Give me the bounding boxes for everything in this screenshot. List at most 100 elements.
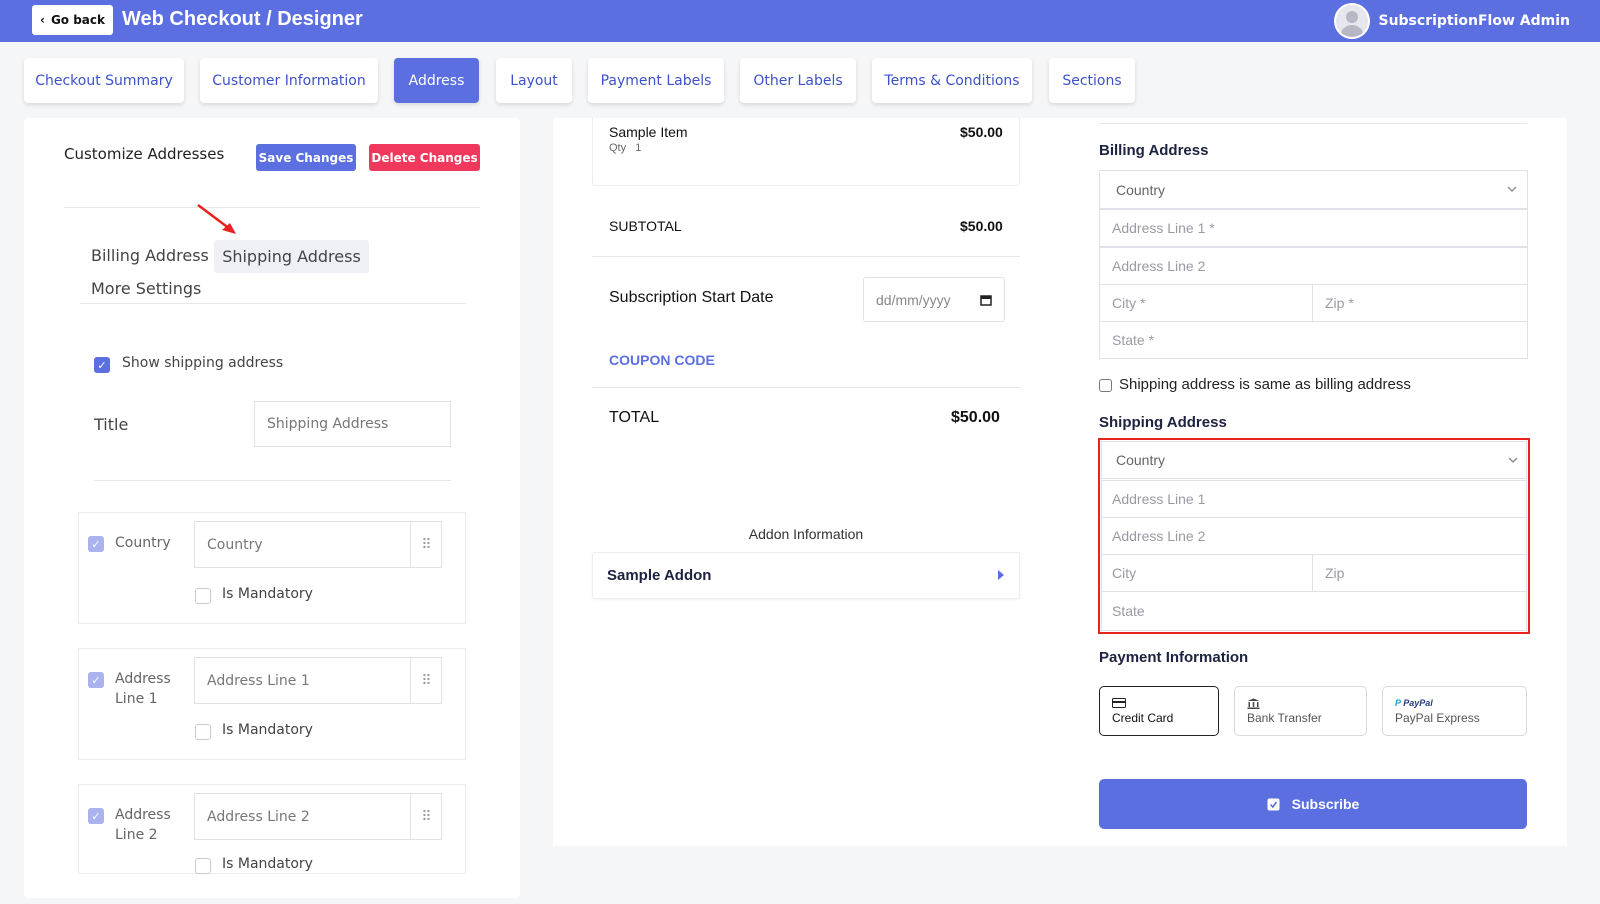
field-label-input[interactable]: Address Line 2 <box>194 793 442 840</box>
chevron-down-icon <box>1507 186 1517 192</box>
total-label: TOTAL <box>609 409 660 426</box>
subtab-shipping-address[interactable]: Shipping Address <box>214 240 369 273</box>
customize-panel <box>24 118 520 898</box>
field-enabled-checkbox[interactable]: ✓ <box>88 536 104 552</box>
tab-layout[interactable]: Layout <box>496 58 572 103</box>
tab-payment-labels[interactable]: Payment Labels <box>588 58 724 103</box>
item-name: Sample Item <box>609 124 688 140</box>
is-mandatory-label: Is Mandatory <box>222 722 313 738</box>
is-mandatory-checkbox[interactable] <box>195 724 211 740</box>
divider <box>94 480 451 481</box>
start-date-input[interactable]: dd/mm/yyyy <box>863 277 1005 322</box>
arrow-annotation-icon <box>197 204 236 234</box>
is-mandatory-checkbox[interactable] <box>195 588 211 604</box>
item-qty: Qty 1 <box>609 142 642 154</box>
user-menu[interactable]: SubscriptionFlow Admin <box>1334 3 1570 39</box>
shipping-address-title: Shipping Address <box>1099 414 1227 431</box>
drag-handle-icon[interactable]: ⠿ <box>410 522 442 567</box>
start-date-label: Subscription Start Date <box>609 289 774 306</box>
tab-checkout-summary[interactable]: Checkout Summary <box>24 58 184 103</box>
customize-heading: Customize Addresses <box>64 145 225 163</box>
paypal-icon: P PayPal <box>1395 698 1433 708</box>
title-label: Title <box>94 415 129 434</box>
billing-state-input[interactable]: State * <box>1099 321 1528 359</box>
show-shipping-checkbox[interactable]: ✓ <box>94 357 110 373</box>
divider <box>592 256 1020 257</box>
bank-transfer-label: Bank Transfer <box>1247 711 1322 725</box>
billing-address-line-1-input[interactable]: Address Line 1 * <box>1099 209 1528 247</box>
payment-info-title: Payment Information <box>1099 649 1249 666</box>
divider <box>64 207 480 208</box>
show-shipping-label: Show shipping address <box>122 355 284 371</box>
field-name: Address Line 2 <box>115 807 171 843</box>
subtab-billing-address[interactable]: Billing Address <box>91 246 209 265</box>
tab-terms-conditions[interactable]: Terms & Conditions <box>872 58 1032 103</box>
addon-info-heading: Addon Information <box>748 526 864 542</box>
is-mandatory-label: Is Mandatory <box>222 856 313 872</box>
coupon-code-link[interactable]: COUPON CODE <box>609 352 715 368</box>
tab-customer-information[interactable]: Customer Information <box>200 58 378 103</box>
field-enabled-checkbox[interactable]: ✓ <box>88 808 104 824</box>
user-avatar-icon <box>1334 3 1371 39</box>
billing-zip-input[interactable]: Zip * <box>1312 284 1528 322</box>
subtab-more-settings[interactable]: More Settings <box>91 279 201 298</box>
field-name: Address Line 1 <box>115 671 171 707</box>
subtotal-value: $50.00 <box>960 218 1003 234</box>
billing-city-input[interactable]: City * <box>1099 284 1313 322</box>
shipping-country-value: Country <box>1116 452 1166 468</box>
subscribe-label: Subscribe <box>1291 796 1360 812</box>
billing-address-line-2-input[interactable]: Address Line 2 <box>1099 247 1528 285</box>
drag-handle-icon[interactable]: ⠿ <box>410 658 442 703</box>
chevron-down-icon <box>1508 457 1518 463</box>
shipping-state-input[interactable]: State <box>1101 591 1527 631</box>
payment-option-credit-card[interactable]: Credit Card <box>1099 686 1219 736</box>
subtotal-label: SUBTOTAL <box>609 218 682 234</box>
bank-icon <box>1247 698 1260 709</box>
top-bar: ‹ Go back Web Checkout / Designer Subscr… <box>0 0 1600 42</box>
paypal-logo-text: PayPal <box>1403 698 1433 708</box>
field-label-input[interactable]: Address Line 1 <box>194 657 442 704</box>
is-mandatory-checkbox[interactable] <box>195 858 211 874</box>
calendar-icon[interactable] <box>980 294 992 306</box>
credit-card-icon <box>1112 698 1126 708</box>
tab-other-labels[interactable]: Other Labels <box>740 58 856 103</box>
billing-country-value: Country <box>1116 181 1166 198</box>
shipping-zip-input[interactable]: Zip <box>1312 554 1527 592</box>
total-value: $50.00 <box>951 409 1000 426</box>
billing-country-select[interactable]: Country <box>1099 170 1528 209</box>
drag-handle-icon[interactable]: ⠿ <box>410 794 442 839</box>
go-back-button[interactable]: ‹ Go back <box>32 5 113 35</box>
is-mandatory-label: Is Mandatory <box>222 586 313 602</box>
date-placeholder: dd/mm/yyyy <box>876 291 951 308</box>
delete-changes-button[interactable]: Delete Changes <box>369 144 480 171</box>
title-input[interactable]: Shipping Address <box>254 401 451 447</box>
caret-right-icon[interactable] <box>997 569 1005 581</box>
subscribe-button[interactable]: Subscribe <box>1099 779 1527 829</box>
go-back-label: Go back <box>50 13 105 27</box>
tab-address[interactable]: Address <box>394 58 479 103</box>
field-label-input[interactable]: Country <box>194 521 442 568</box>
payment-option-paypal-express[interactable]: P PayPal PayPal Express <box>1382 686 1527 736</box>
payment-option-bank-transfer[interactable]: Bank Transfer <box>1234 686 1367 736</box>
billing-address-title: Billing Address <box>1099 142 1209 159</box>
same-as-billing-checkbox[interactable] <box>1099 379 1112 392</box>
credit-card-label: Credit Card <box>1112 711 1174 725</box>
user-name: SubscriptionFlow Admin <box>1378 13 1570 29</box>
shipping-country-select[interactable]: Country <box>1101 441 1527 479</box>
subscribe-icon <box>1267 798 1280 810</box>
save-changes-button[interactable]: Save Changes <box>256 144 356 171</box>
divider <box>592 387 1020 388</box>
field-name: Country <box>115 535 171 551</box>
field-enabled-checkbox[interactable]: ✓ <box>88 672 104 688</box>
item-price: $50.00 <box>960 124 1003 140</box>
paypal-express-label: PayPal Express <box>1395 711 1480 725</box>
addon-name: Sample Addon <box>607 567 712 584</box>
shipping-city-input[interactable]: City <box>1101 554 1313 592</box>
chevron-left-icon: ‹ <box>39 13 45 27</box>
shipping-address-line-2-input[interactable]: Address Line 2 <box>1101 517 1527 555</box>
divider <box>1099 123 1527 124</box>
page-title: Web Checkout / Designer <box>122 8 363 30</box>
subtab-divider <box>80 303 466 304</box>
shipping-address-line-1-input[interactable]: Address Line 1 <box>1101 480 1527 518</box>
tab-sections[interactable]: Sections <box>1049 58 1135 103</box>
